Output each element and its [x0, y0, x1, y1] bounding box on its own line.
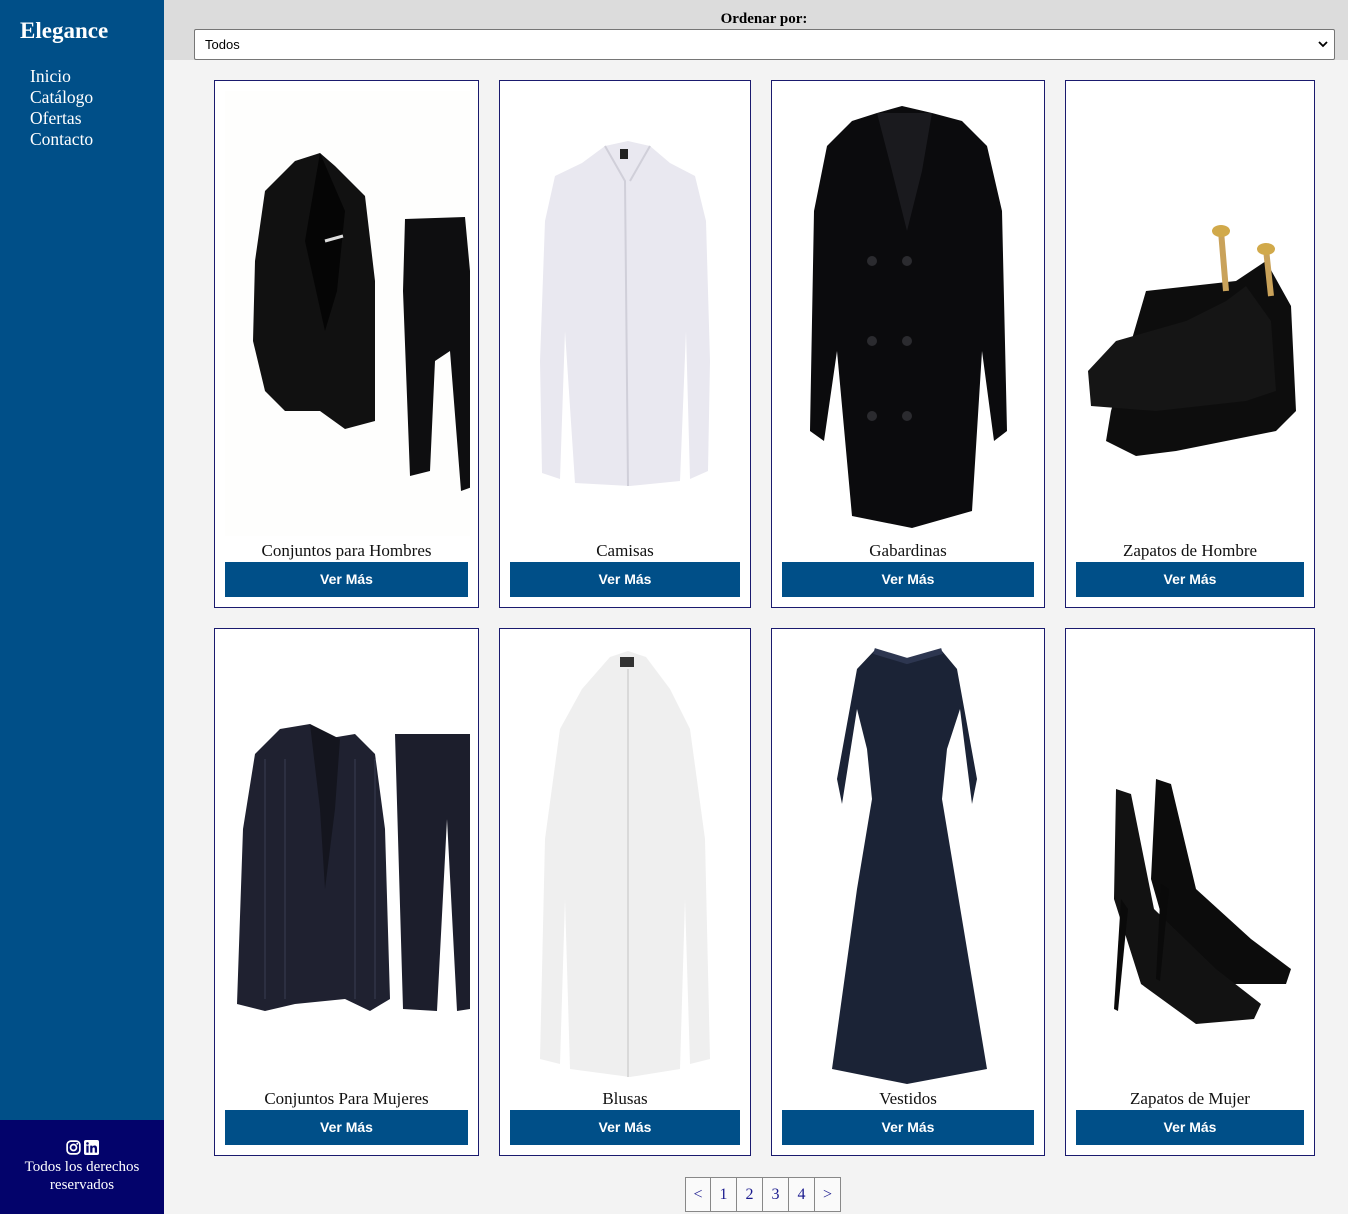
- chevron-down-icon: [1318, 41, 1328, 48]
- nav-item-contacto[interactable]: Contacto: [30, 129, 93, 150]
- page-2-button[interactable]: 2: [737, 1177, 763, 1212]
- white-blouse-image[interactable]: [510, 639, 742, 1084]
- product-title: Zapatos de Mujer: [1130, 1089, 1250, 1108]
- product-card: Zapatos de Hombre Ver Más: [1065, 80, 1315, 608]
- ver-mas-button[interactable]: Ver Más: [1076, 1110, 1304, 1145]
- women-suit-image[interactable]: [225, 639, 470, 1084]
- social-links: [0, 1140, 164, 1155]
- page-1-button[interactable]: 1: [711, 1177, 737, 1212]
- sort-bar: Ordenar por: Todos: [164, 0, 1348, 60]
- product-card: Vestidos Ver Más: [771, 628, 1045, 1156]
- product-card: Conjuntos Para Mujeres Ver Más: [214, 628, 479, 1156]
- product-card: Zapatos de Mujer Ver Más: [1065, 628, 1315, 1156]
- product-title: Conjuntos Para Mujeres: [264, 1089, 429, 1108]
- nav-item-inicio[interactable]: Inicio: [30, 66, 93, 87]
- product-card: Gabardinas Ver Más: [771, 80, 1045, 608]
- page-prev-button[interactable]: <: [685, 1177, 711, 1212]
- product-card: Conjuntos para Hombres Ver Más: [214, 80, 479, 608]
- sidebar: Elegance Inicio Catálogo Ofertas Contact…: [0, 0, 164, 1214]
- sort-label: Ordenar por:: [720, 11, 808, 27]
- ver-mas-button[interactable]: Ver Más: [510, 1110, 740, 1145]
- instagram-icon[interactable]: [65, 1140, 81, 1155]
- ver-mas-button[interactable]: Ver Más: [510, 562, 740, 597]
- sort-select[interactable]: Todos: [194, 29, 1335, 60]
- product-title: Gabardinas: [869, 541, 947, 560]
- product-title: Zapatos de Hombre: [1122, 541, 1258, 560]
- black-coat-image[interactable]: [782, 91, 1036, 536]
- ver-mas-button[interactable]: Ver Más: [1076, 562, 1304, 597]
- page-next-button[interactable]: >: [815, 1177, 841, 1212]
- product-title: Conjuntos para Hombres: [261, 541, 432, 560]
- ver-mas-button[interactable]: Ver Más: [225, 562, 468, 597]
- sort-selected-value: Todos: [205, 37, 240, 52]
- nav-menu: Inicio Catálogo Ofertas Contacto: [30, 66, 93, 150]
- product-title: Vestidos: [879, 1089, 937, 1108]
- page-3-button[interactable]: 3: [763, 1177, 789, 1212]
- product-card: Blusas Ver Más: [499, 628, 751, 1156]
- brand-logo[interactable]: Elegance: [20, 18, 108, 44]
- nav-item-ofertas[interactable]: Ofertas: [30, 108, 93, 129]
- men-suit-image[interactable]: [225, 91, 470, 536]
- men-shoes-image[interactable]: [1076, 91, 1306, 536]
- linkedin-icon[interactable]: [83, 1140, 99, 1155]
- page-4-button[interactable]: 4: [789, 1177, 815, 1212]
- pagination: < 1 2 3 4 >: [685, 1177, 841, 1212]
- ver-mas-button[interactable]: Ver Más: [225, 1110, 468, 1145]
- copyright-text: Todos los derechos reservados: [24, 1159, 140, 1193]
- sidebar-footer: Todos los derechos reservados: [0, 1120, 164, 1214]
- lace-dress-image[interactable]: [782, 639, 1036, 1084]
- nav-item-catalogo[interactable]: Catálogo: [30, 87, 93, 108]
- product-title: Blusas: [602, 1089, 648, 1108]
- ver-mas-button[interactable]: Ver Más: [782, 562, 1034, 597]
- heels-image[interactable]: [1076, 639, 1306, 1084]
- ver-mas-button[interactable]: Ver Más: [782, 1110, 1034, 1145]
- product-title: Camisas: [596, 541, 654, 560]
- product-card: Camisas Ver Más: [499, 80, 751, 608]
- white-shirt-image[interactable]: [510, 91, 742, 536]
